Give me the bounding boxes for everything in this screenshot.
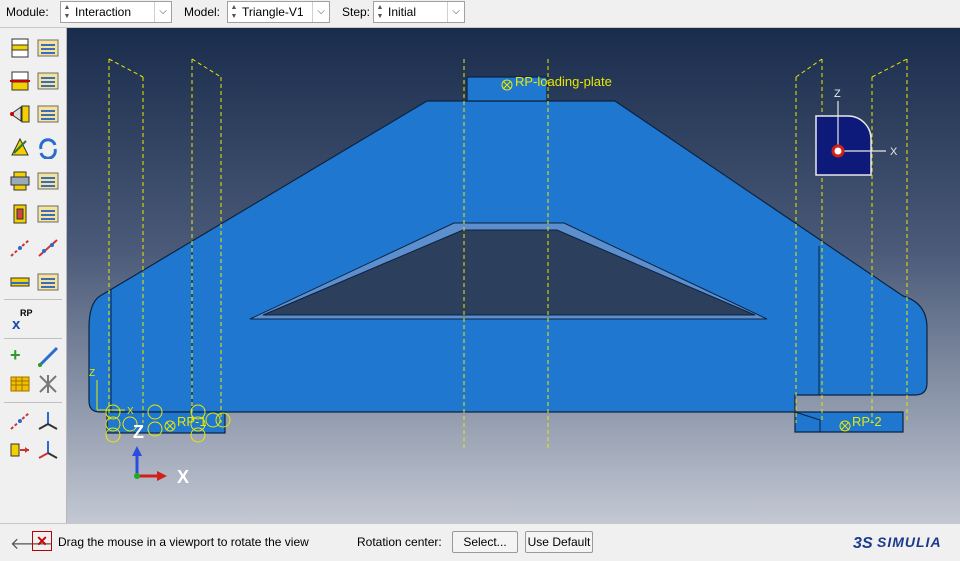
model-canvas[interactable]: RP-loading-plate RP-2 RP-1 Z X Z X Z X (67, 28, 960, 523)
prompt-area: 🡐 ✕ Drag the mouse in a viewport to rota… (0, 523, 960, 561)
compass-z-label: Z (834, 88, 841, 100)
viewport[interactable]: RP-loading-plate RP-2 RP-1 Z X Z X Z X (67, 28, 960, 523)
crack-manager-icon[interactable] (36, 236, 60, 260)
rp-1-label: RP-1 (177, 414, 207, 429)
rp-tool-label: RP (20, 308, 33, 318)
module-combo[interactable]: ▲ ▼ Interaction ⌵ (60, 1, 172, 23)
module-label: Module: (6, 5, 49, 19)
create-amplitude-icon[interactable] (8, 270, 32, 294)
triad-csys-icon[interactable] (36, 409, 60, 433)
connector-section-icon[interactable] (36, 135, 60, 159)
step-label: Step: (342, 5, 371, 19)
constraint-manager-icon[interactable] (36, 102, 60, 126)
fastener-manager-icon[interactable] (36, 202, 60, 226)
partition-edge-icon[interactable] (8, 409, 32, 433)
spin-icon[interactable]: ▲ ▼ (375, 3, 385, 21)
toolbox-separator (4, 402, 62, 403)
create-wire-icon[interactable] (8, 169, 32, 193)
prompt-text: Drag the mouse in a viewport to rotate t… (58, 535, 309, 549)
create-interaction-icon[interactable] (8, 36, 32, 60)
property-manager-icon[interactable] (36, 69, 60, 93)
brand-text: SIMULIA (877, 534, 942, 550)
local-csys-z-label: Z (89, 368, 95, 379)
use-default-button[interactable]: Use Default (525, 531, 593, 553)
x-icon: x (12, 316, 21, 333)
create-constraint-icon[interactable] (8, 102, 32, 126)
create-connector-icon[interactable] (8, 135, 32, 159)
translate-csys-icon[interactable] (36, 438, 60, 462)
rp-loading-plate-label: RP-loading-plate (515, 74, 612, 89)
model-value: Triangle-V1 (242, 5, 304, 19)
partition-face-icon[interactable] (8, 438, 32, 462)
create-interaction-property-icon[interactable] (8, 69, 32, 93)
spin-icon[interactable]: ▲ ▼ (229, 3, 239, 21)
create-crack-icon[interactable] (8, 236, 32, 260)
triad-z-label: Z (133, 422, 144, 442)
toolbox-separator (4, 299, 62, 300)
toolbox-separator (4, 338, 62, 339)
module-value: Interaction (75, 5, 132, 19)
interaction-manager-icon[interactable] (36, 36, 60, 60)
simulia-logo: 3S SIMULIA (853, 532, 953, 554)
create-fastener-icon[interactable] (8, 202, 32, 226)
step-value: Initial (388, 5, 417, 19)
svg-text:S: S (862, 535, 873, 552)
select-button[interactable]: Select... (452, 531, 518, 553)
3ds-logo-icon: 3S (853, 535, 873, 552)
svg-text:3: 3 (853, 535, 862, 552)
create-datum-csys-icon[interactable] (36, 372, 60, 396)
global-triad (132, 446, 167, 481)
amplitude-manager-icon[interactable] (36, 270, 60, 294)
wire-manager-icon[interactable] (36, 169, 60, 193)
spin-icon[interactable]: ▲ ▼ (62, 3, 72, 21)
cancel-icon[interactable]: ✕ (32, 531, 52, 551)
create-datum-axis-icon[interactable] (36, 345, 60, 369)
toolbox: x RP + (0, 28, 67, 523)
local-csys-x-label: X (127, 406, 134, 417)
create-datum-plane-icon[interactable] (8, 372, 32, 396)
rp-2-label: RP-2 (852, 414, 882, 429)
rotation-center-label: Rotation center: (357, 535, 442, 549)
compass-x-label: X (890, 146, 898, 158)
view-compass[interactable] (815, 101, 886, 176)
chevron-down-icon[interactable]: ⌵ (312, 2, 329, 22)
step-combo[interactable]: ▲ ▼ Initial ⌵ (373, 1, 465, 23)
chevron-down-icon[interactable]: ⌵ (447, 2, 464, 22)
create-datum-point-icon[interactable]: + (10, 345, 34, 369)
reference-point-tool[interactable]: x RP (10, 308, 34, 333)
model-label: Model: (184, 5, 221, 19)
chevron-down-icon[interactable]: ⌵ (154, 2, 171, 22)
model-combo[interactable]: ▲ ▼ Triangle-V1 ⌵ (227, 1, 330, 23)
triad-x-label: X (177, 467, 189, 487)
context-toolbar: Module: ▲ ▼ Interaction ⌵ Model: ▲ ▼ Trian… (0, 0, 960, 28)
